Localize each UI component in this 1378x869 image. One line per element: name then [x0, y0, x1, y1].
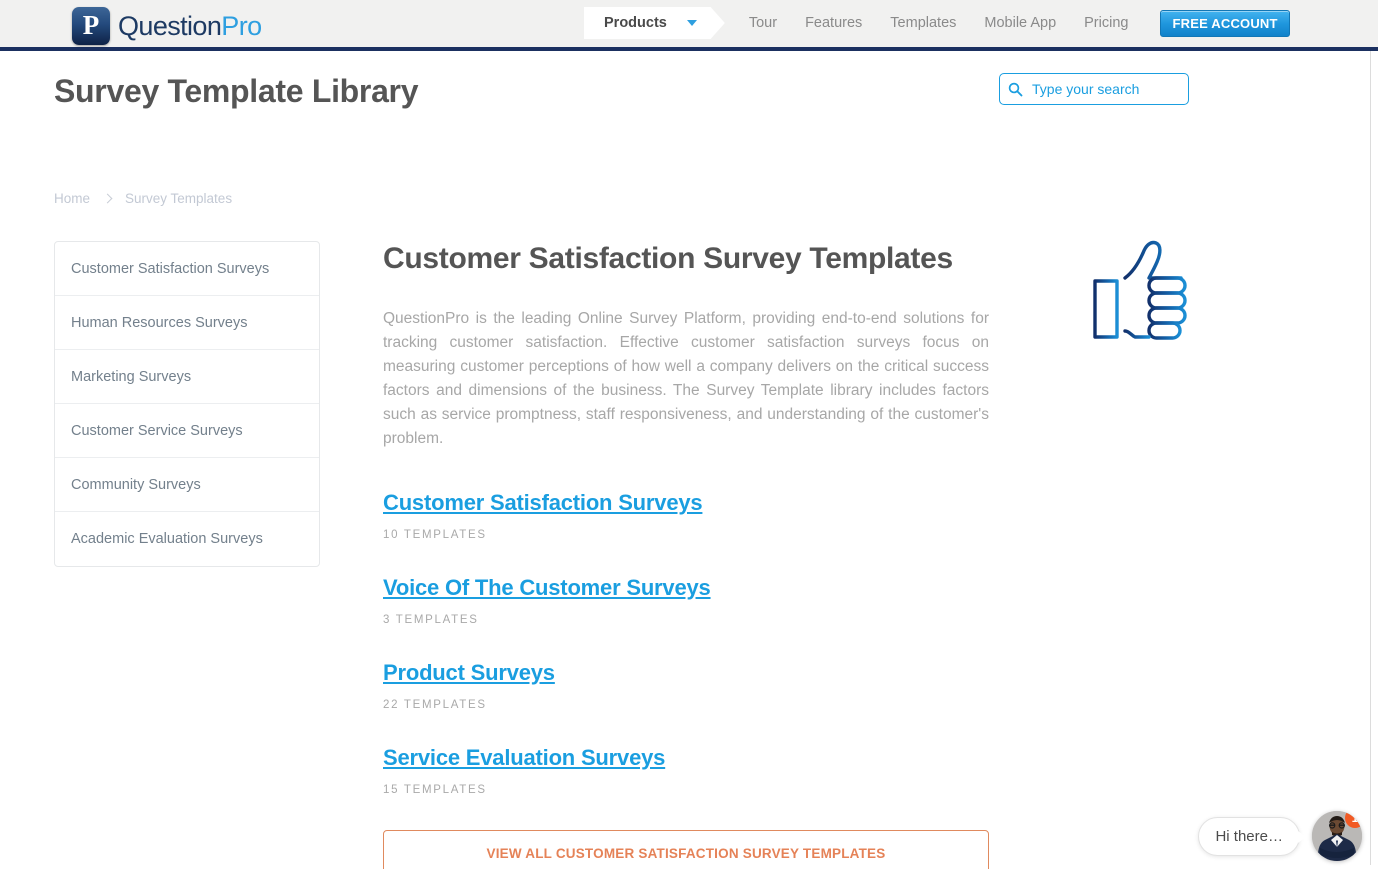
list-item: Customer Satisfaction Surveys 10 TEMPLAT… — [383, 490, 989, 541]
search-icon — [1008, 82, 1023, 97]
list-item: Service Evaluation Surveys 15 TEMPLATES — [383, 745, 989, 796]
category-link-voice-of-the-customer-surveys[interactable]: Voice Of The Customer Surveys — [383, 575, 711, 601]
logo-word-question: Question — [118, 10, 222, 41]
category-link-service-evaluation-surveys[interactable]: Service Evaluation Surveys — [383, 745, 665, 771]
nav-item-pricing[interactable]: Pricing — [1070, 7, 1142, 39]
sidebar-item-customer-service-surveys[interactable]: Customer Service Surveys — [55, 404, 319, 458]
nav-item-tour[interactable]: Tour — [735, 7, 791, 39]
content-intro-paragraph: QuestionPro is the leading Online Survey… — [383, 310, 989, 447]
chat-message-bubble[interactable]: Hi there… — [1198, 816, 1306, 856]
sidebar-item-label: Academic Evaluation Surveys — [71, 531, 263, 547]
category-template-count: 10 TEMPLATES — [383, 529, 487, 541]
breadcrumb-current: Survey Templates — [125, 191, 233, 206]
page-body: Survey Template Library Home Survey Temp… — [0, 51, 1371, 869]
sidebar-item-marketing-surveys[interactable]: Marketing Surveys — [55, 350, 319, 404]
category-template-count: 15 TEMPLATES — [383, 784, 487, 796]
search-box[interactable] — [999, 73, 1189, 105]
list-item: Voice Of The Customer Surveys 3 TEMPLATE… — [383, 575, 989, 626]
breadcrumb: Home Survey Templates — [54, 191, 232, 206]
list-item: Product Surveys 22 TEMPLATES — [383, 660, 989, 711]
sidebar-item-community-surveys[interactable]: Community Surveys — [55, 458, 319, 512]
questionpro-logo-icon: P — [72, 7, 110, 45]
site-logo[interactable]: P QuestionPro — [72, 6, 262, 46]
sidebar-item-customer-satisfaction-surveys[interactable]: Customer Satisfaction Surveys — [55, 242, 319, 296]
category-template-count: 22 TEMPLATES — [383, 699, 487, 711]
main-content: Customer Satisfaction Survey Templates Q… — [383, 241, 989, 869]
sidebar-item-academic-evaluation-surveys[interactable]: Academic Evaluation Surveys — [55, 512, 319, 566]
thumbs-up-icon — [1085, 231, 1195, 351]
category-link-customer-satisfaction-surveys[interactable]: Customer Satisfaction Surveys — [383, 490, 703, 516]
free-account-button[interactable]: FREE ACCOUNT — [1160, 9, 1290, 37]
logo-word-pro: Pro — [221, 10, 262, 41]
category-link-list: Customer Satisfaction Surveys 10 TEMPLAT… — [383, 490, 989, 796]
chevron-down-icon — [686, 20, 697, 26]
chat-unread-badge: 1 — [1345, 811, 1362, 828]
nav-item-features[interactable]: Features — [791, 7, 876, 39]
nav-links: Tour Features Templates Mobile App Prici… — [735, 7, 1143, 39]
category-sidebar: Customer Satisfaction Surveys Human Reso… — [54, 241, 320, 567]
breadcrumb-home[interactable]: Home — [54, 191, 90, 206]
sidebar-item-label: Human Resources Surveys — [71, 314, 248, 331]
main-navigation: Products Tour Features Templates Mobile … — [584, 7, 1290, 39]
logo-wordmark: QuestionPro — [118, 11, 262, 42]
category-template-count: 3 TEMPLATES — [383, 614, 479, 626]
nav-products-arrow[interactable] — [682, 7, 725, 39]
site-header: P QuestionPro Products Tour Features Tem… — [0, 0, 1378, 51]
category-link-product-surveys[interactable]: Product Surveys — [383, 660, 555, 686]
nav-item-templates[interactable]: Templates — [876, 7, 970, 39]
view-all-templates-button[interactable]: VIEW ALL CUSTOMER SATISFACTION SURVEY TE… — [383, 830, 989, 869]
search-input[interactable] — [1030, 80, 1180, 98]
sidebar-item-label: Customer Service Surveys — [71, 422, 243, 439]
page-title: Survey Template Library — [54, 73, 419, 109]
sidebar-item-human-resources-surveys[interactable]: Human Resources Surveys — [55, 296, 319, 350]
nav-item-products[interactable]: Products — [584, 7, 683, 39]
chevron-right-icon — [102, 193, 113, 204]
content-heading: Customer Satisfaction Survey Templates — [383, 242, 953, 275]
agent-avatar[interactable]: 1 — [1312, 811, 1362, 861]
nav-products-label: Products — [604, 15, 667, 31]
sidebar-item-label: Marketing Surveys — [71, 368, 192, 385]
chat-widget[interactable]: Hi there… 1 — [1198, 811, 1362, 861]
sidebar-item-label: Customer Satisfaction Surveys — [71, 260, 270, 277]
nav-item-mobile-app[interactable]: Mobile App — [970, 7, 1070, 39]
sidebar-item-label: Community Surveys — [71, 476, 201, 493]
